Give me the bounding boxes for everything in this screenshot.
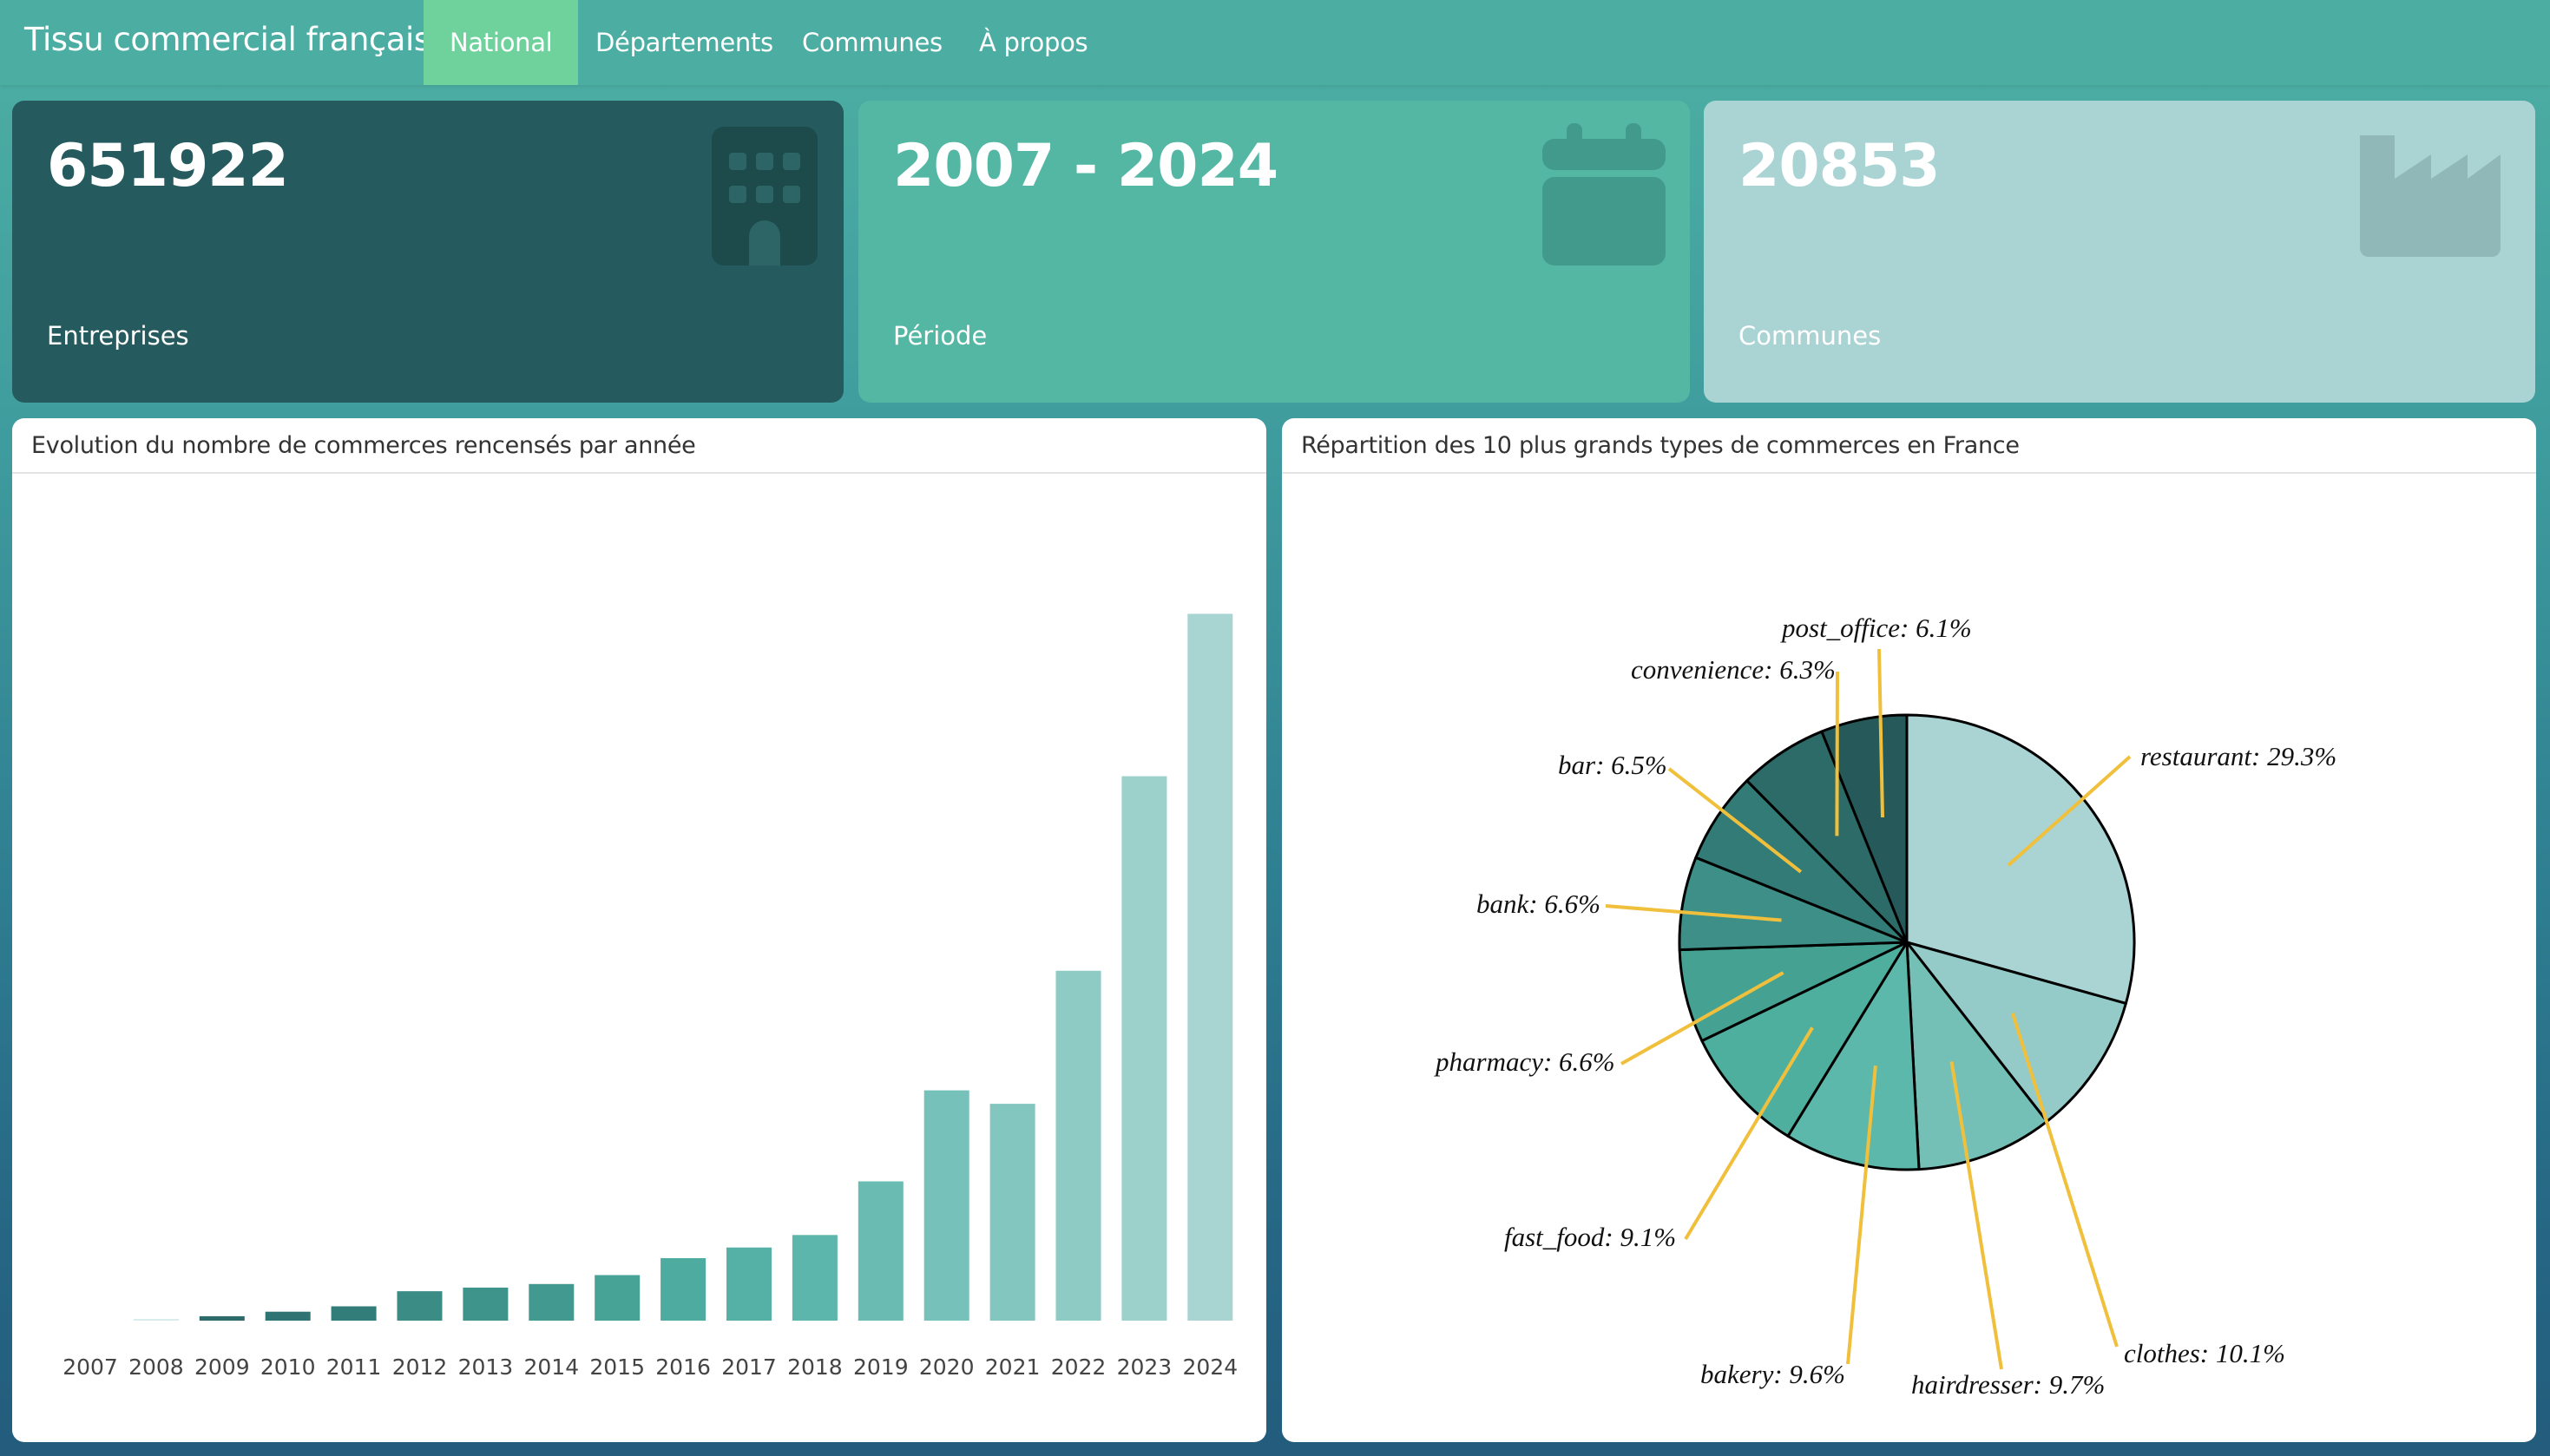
- bar-2015[interactable]: [595, 1275, 641, 1322]
- tab-departements[interactable]: Départements: [569, 0, 799, 85]
- pie-chart-card: Répartition des 10 plus grands types de …: [1282, 418, 2536, 1442]
- bar-chart: 2007 2008 2009 2010 2011 2012 2013 2014 2015 2016…: [62, 613, 1238, 1380]
- x-tick-label: 2014: [523, 1354, 579, 1380]
- x-tick-label: 2013: [458, 1354, 514, 1380]
- value-box-entreprises: 651922 Entreprises: [12, 101, 844, 403]
- industry-icon: [2360, 135, 2501, 257]
- value-box-periode: 2007 - 2024 Période: [858, 101, 1690, 403]
- bar-2008[interactable]: [133, 1319, 179, 1321]
- pie-chart-title: Répartition des 10 plus grands types de …: [1282, 418, 2536, 474]
- x-tick-label: 2022: [1051, 1354, 1107, 1380]
- value-box-label: Communes: [1738, 321, 1882, 351]
- bar-2019[interactable]: [858, 1181, 904, 1322]
- pie-label-post_office: post_office: 6.1%: [1780, 613, 1972, 643]
- bar-chart-card: Evolution du nombre de commerces rencens…: [12, 418, 1266, 1442]
- value-box-value: 2007 - 2024: [893, 132, 1278, 200]
- bar-2017[interactable]: [726, 1247, 772, 1321]
- bar-2018[interactable]: [792, 1235, 838, 1321]
- x-tick-label: 2021: [985, 1354, 1041, 1380]
- bar-2016[interactable]: [661, 1258, 707, 1321]
- value-box-communes: 20853 Communes: [1704, 101, 2535, 403]
- tab-a-propos[interactable]: À propos: [953, 0, 1114, 85]
- bar-2010[interactable]: [265, 1311, 311, 1321]
- x-tick-label: 2015: [589, 1354, 645, 1380]
- x-tick-label: 2017: [721, 1354, 777, 1380]
- bar-2023[interactable]: [1121, 776, 1167, 1321]
- bar-2014[interactable]: [529, 1283, 575, 1321]
- bar-2022[interactable]: [1055, 970, 1101, 1321]
- x-tick-label: 2012: [392, 1354, 448, 1380]
- pie-label-clothes: clothes: 10.1%: [2124, 1338, 2285, 1368]
- pie-label-fast_food: fast_food: 9.1%: [1504, 1222, 1676, 1252]
- pie-label-hairdresser: hairdresser: 9.7%: [1911, 1369, 2105, 1400]
- navbar: Tissu commercial français National Dépar…: [0, 0, 2550, 85]
- value-box-value: 651922: [47, 132, 289, 200]
- x-tick-label: 2008: [128, 1354, 184, 1380]
- x-tick-label: 2011: [326, 1354, 382, 1380]
- x-tick-label: 2023: [1117, 1354, 1173, 1380]
- pie-label-pharmacy: pharmacy: 6.6%: [1434, 1046, 1615, 1077]
- bar-2020[interactable]: [923, 1090, 969, 1321]
- bar-2009[interactable]: [199, 1315, 245, 1321]
- bar-2021[interactable]: [989, 1104, 1035, 1321]
- bar-2012[interactable]: [397, 1291, 443, 1321]
- tab-national[interactable]: National: [424, 0, 579, 85]
- pie-label-bar: bar: 6.5%: [1558, 750, 1667, 780]
- x-tick-label: 2018: [787, 1354, 843, 1380]
- pie-label-convenience: convenience: 6.3%: [1631, 654, 1836, 685]
- x-tick-label: 2007: [62, 1354, 118, 1380]
- bar-2024[interactable]: [1187, 613, 1233, 1321]
- bar-2013[interactable]: [463, 1287, 509, 1321]
- tab-communes[interactable]: Communes: [776, 0, 969, 85]
- bar-2011[interactable]: [331, 1306, 377, 1322]
- x-tick-label: 2024: [1182, 1354, 1238, 1380]
- pie-label-restaurant: restaurant: 29.3%: [2140, 741, 2336, 771]
- value-box-label: Période: [893, 321, 988, 351]
- pie-label-bakery: bakery: 9.6%: [1700, 1359, 1845, 1389]
- pie-label-bank: bank: 6.6%: [1476, 889, 1600, 919]
- pie-chart: restaurant: 29.3% clothes: 10.1% hairdress…: [1434, 613, 2336, 1400]
- x-tick-label: 2010: [260, 1354, 316, 1380]
- app-title: Tissu commercial français: [24, 21, 430, 58]
- x-tick-label: 2009: [194, 1354, 250, 1380]
- x-tick-label: 2020: [919, 1354, 975, 1380]
- bar-chart-title: Evolution du nombre de commerces rencens…: [12, 418, 1266, 474]
- x-tick-label: 2016: [655, 1354, 711, 1380]
- calendar-icon: [1542, 123, 1666, 266]
- value-box-label: Entreprises: [47, 321, 189, 351]
- value-box-value: 20853: [1738, 132, 1941, 200]
- building-icon: [712, 127, 818, 266]
- x-tick-label: 2019: [853, 1354, 909, 1380]
